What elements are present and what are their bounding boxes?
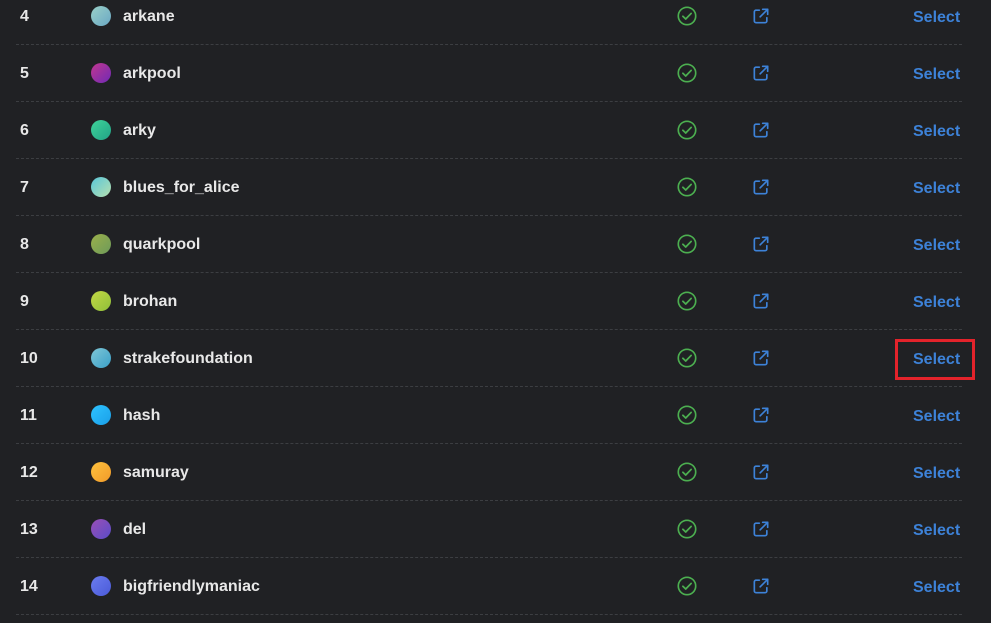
- check-circle-icon: [676, 404, 698, 426]
- check-circle-icon: [676, 290, 698, 312]
- external-link-icon[interactable]: [751, 234, 771, 254]
- rank-number: 9: [20, 293, 29, 310]
- select-button[interactable]: Select: [902, 444, 972, 501]
- select-button[interactable]: Select: [902, 558, 972, 615]
- external-link-icon[interactable]: [751, 462, 771, 482]
- validator-name[interactable]: brohan: [123, 273, 177, 330]
- external-link-icon[interactable]: [751, 405, 771, 425]
- validator-avatar: [91, 576, 111, 596]
- table-row: 12 samuray Select: [0, 444, 991, 501]
- external-link-icon[interactable]: [751, 348, 771, 368]
- table-row: 14 bigfriendlymaniac Select: [0, 558, 991, 615]
- table-row: 6 arky Select: [0, 102, 991, 159]
- rank-number: 10: [20, 350, 38, 367]
- select-button[interactable]: Select: [902, 216, 972, 273]
- table-row: 7 blues_for_alice Select: [0, 159, 991, 216]
- rank-number: 5: [20, 65, 29, 82]
- validator-avatar: [91, 6, 111, 26]
- validator-name[interactable]: samuray: [123, 444, 189, 501]
- check-circle-icon: [676, 62, 698, 84]
- check-circle-icon: [676, 5, 698, 27]
- table-row: 9 brohan Select: [0, 273, 991, 330]
- select-button[interactable]: Select: [902, 0, 972, 45]
- external-link-icon[interactable]: [751, 177, 771, 197]
- validator-avatar: [91, 120, 111, 140]
- check-circle-icon: [676, 176, 698, 198]
- select-button[interactable]: Select: [902, 45, 972, 102]
- check-circle-icon: [676, 518, 698, 540]
- external-link-icon[interactable]: [751, 576, 771, 596]
- select-button[interactable]: Select: [902, 501, 972, 558]
- external-link-icon[interactable]: [751, 519, 771, 539]
- select-button[interactable]: Select: [902, 102, 972, 159]
- table-row: 10 strakefoundation Select: [0, 330, 991, 387]
- check-circle-icon: [676, 575, 698, 597]
- validator-name[interactable]: quarkpool: [123, 216, 200, 273]
- rank-number: 6: [20, 122, 29, 139]
- external-link-icon[interactable]: [751, 291, 771, 311]
- check-circle-icon: [676, 347, 698, 369]
- validator-name[interactable]: hash: [123, 387, 160, 444]
- validator-name[interactable]: arkane: [123, 0, 175, 45]
- select-button[interactable]: Select: [902, 273, 972, 330]
- table-row: 8 quarkpool Select: [0, 216, 991, 273]
- table-row: 11 hash Select: [0, 387, 991, 444]
- rank-number: 7: [20, 179, 29, 196]
- check-circle-icon: [676, 119, 698, 141]
- external-link-icon[interactable]: [751, 63, 771, 83]
- validator-avatar: [91, 291, 111, 311]
- validator-name[interactable]: del: [123, 501, 146, 558]
- table-row: 13 del Select: [0, 501, 991, 558]
- rank-number: 11: [20, 407, 37, 424]
- validator-avatar: [91, 462, 111, 482]
- select-button[interactable]: Select: [902, 387, 972, 444]
- validator-name[interactable]: arkpool: [123, 45, 181, 102]
- validator-name[interactable]: strakefoundation: [123, 330, 253, 387]
- validator-avatar: [91, 348, 111, 368]
- select-button[interactable]: Select: [902, 330, 972, 387]
- check-circle-icon: [676, 233, 698, 255]
- validator-avatar: [91, 234, 111, 254]
- validator-avatar: [91, 177, 111, 197]
- validator-avatar: [91, 63, 111, 83]
- rank-number: 8: [20, 236, 29, 253]
- select-button[interactable]: Select: [902, 159, 972, 216]
- rank-number: 12: [20, 464, 38, 481]
- table-row: 4 arkane Select: [0, 0, 991, 45]
- check-circle-icon: [676, 461, 698, 483]
- validator-name[interactable]: arky: [123, 102, 156, 159]
- validator-avatar: [91, 519, 111, 539]
- rank-number: 14: [20, 578, 38, 595]
- external-link-icon[interactable]: [751, 120, 771, 140]
- rank-number: 13: [20, 521, 38, 538]
- table-row: 5 arkpool Select: [0, 45, 991, 102]
- validator-avatar: [91, 405, 111, 425]
- validator-table: 4 arkane Select 5 arkpool Select 6 arky Select 7 b…: [0, 0, 991, 623]
- external-link-icon[interactable]: [751, 6, 771, 26]
- rank-number: 4: [20, 8, 29, 25]
- validator-name[interactable]: blues_for_alice: [123, 159, 240, 216]
- validator-name[interactable]: bigfriendlymaniac: [123, 558, 260, 615]
